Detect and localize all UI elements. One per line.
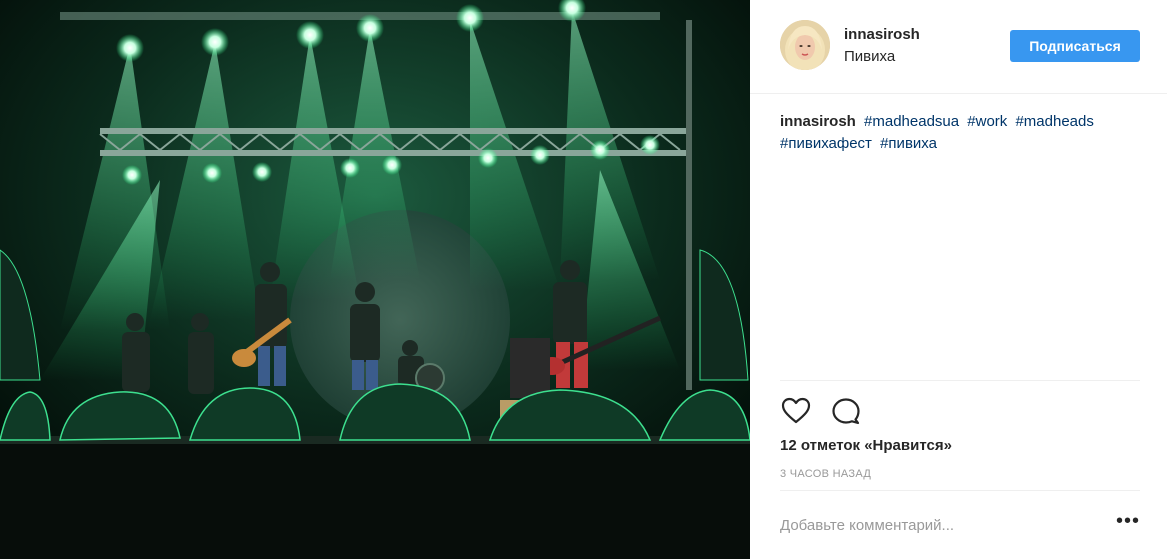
heart-icon-glyph <box>781 397 811 424</box>
author-username-link[interactable]: innasirosh <box>844 26 920 44</box>
avatar-image <box>780 20 830 70</box>
caption: innasirosh #madheadsua #work #madheads #… <box>780 111 1140 155</box>
comment-row: ••• <box>780 490 1140 559</box>
caption-username-link[interactable]: innasirosh <box>780 113 856 130</box>
post-timestamp[interactable]: 3 часов назад <box>780 468 871 480</box>
location-link[interactable]: Пивиха <box>844 48 920 66</box>
hashtag-link[interactable]: #work <box>967 113 1007 130</box>
post-side-panel: innasirosh Пивиха Подписаться innasirosh… <box>750 0 1167 559</box>
comment-icon[interactable] <box>830 395 862 427</box>
hashtag-link[interactable]: #madheadsua <box>864 113 959 130</box>
follow-button[interactable]: Подписаться <box>1010 30 1140 62</box>
comment-icon-glyph <box>832 398 860 425</box>
concert-stage-image <box>0 0 750 559</box>
post-header: innasirosh Пивиха Подписаться <box>750 0 1167 94</box>
avatar[interactable] <box>780 20 830 70</box>
hashtag-link[interactable]: #madheads <box>1015 113 1093 130</box>
hashtag-link[interactable]: #пивиха <box>880 135 937 152</box>
likes-count[interactable]: 12 отметок «Нравится» <box>780 437 952 454</box>
heart-icon[interactable] <box>780 395 812 427</box>
user-block: innasirosh Пивиха <box>844 26 920 66</box>
more-options-icon[interactable]: ••• <box>1116 511 1140 535</box>
post-photo[interactable] <box>0 0 750 559</box>
action-bar <box>780 380 1140 440</box>
comment-input[interactable] <box>780 513 1100 537</box>
hashtag-link[interactable]: #пивихафест <box>780 135 872 152</box>
